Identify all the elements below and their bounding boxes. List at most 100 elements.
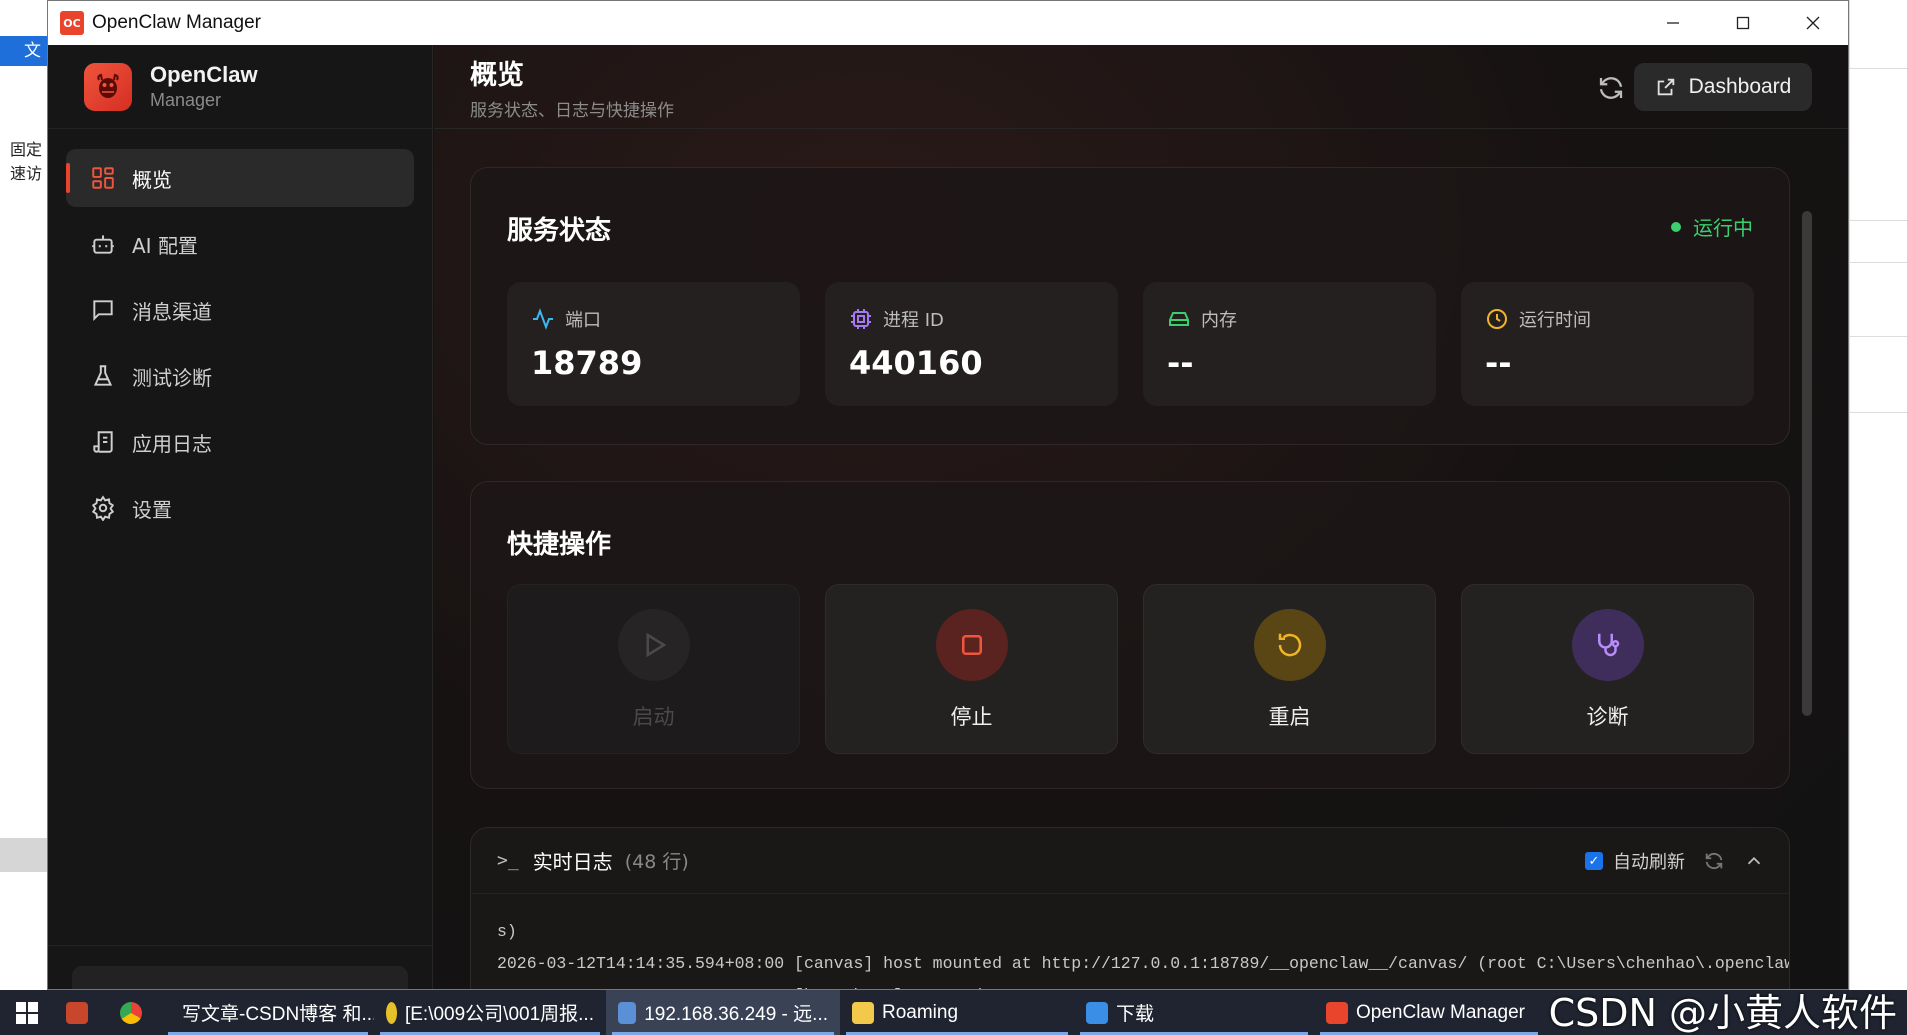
service-status-title: 服务状态 [507,216,612,246]
sidebar-footer [48,945,432,989]
sidebar-nav: 概览 AI 配置 消息渠道 测试诊断 应用日志 设置 [48,129,432,565]
stat-memory: 内存 -- [1143,282,1436,406]
openclaw-icon [1326,1001,1348,1024]
sidebar-item-settings[interactable]: 设置 [66,479,414,537]
close-button[interactable] [1778,1,1848,45]
stat-value: 440160 [849,344,983,382]
start-button[interactable] [0,990,54,1035]
brand-name: OpenClaw [150,62,258,87]
minimize-icon [1667,22,1679,24]
sidebar-item-label: AI 配置 [132,233,198,258]
stat-label: 运行时间 [1519,310,1591,331]
taskbar-item-label: 192.168.36.249 - 远... [644,1004,828,1025]
app-window-icon: OC [60,11,84,35]
taskbar-item[interactable]: 写文章-CSDN博客 和... [162,990,374,1035]
start-button[interactable]: 启动 [507,584,800,754]
live-log-card: >_ 实时日志 (48 行) ✓ 自动刷新 s) 2026-03-12T14:1… [470,827,1790,989]
close-icon [1806,16,1820,30]
auto-refresh-checkbox[interactable]: ✓ [1585,852,1603,870]
sidebar-item-channels[interactable]: 消息渠道 [66,281,414,339]
maximize-button[interactable] [1708,1,1778,45]
scrollbar[interactable] [1802,211,1812,716]
main-content: 概览 服务状态、日志与快捷操作 Dashboard 服务状态 运行中 端口 18… [434,45,1848,989]
taskbar-item[interactable]: [E:\009公司\001周报... [374,990,606,1035]
log-line: 2026-03-12T14:14:35.594+08:00 [canvas] h… [497,954,1790,973]
auto-refresh-label: 自动刷新 [1613,852,1685,873]
live-log-count: (48 行) [624,851,689,873]
service-status-card: 服务状态 运行中 端口 18789 进程 ID 440160 内存 -- 运行时… [470,167,1790,445]
background-strip [0,838,47,872]
stop-button[interactable]: 停止 [825,584,1118,754]
stat-label: 内存 [1201,310,1237,331]
brand: OpenClaw Manager [48,45,432,129]
action-label: 诊断 [1586,705,1629,729]
robot-icon [92,235,114,254]
stat-value: -- [1167,344,1194,382]
terminal-icon: >_ [497,850,519,871]
sidebar-item-label: 概览 [132,167,172,192]
taskbar-item-label: Roaming [882,1001,959,1023]
stat-process-id: 进程 ID 440160 [825,282,1118,406]
chevron-up-icon[interactable] [1743,850,1765,872]
stethoscope-icon [1598,633,1620,657]
quick-actions-title: 快捷操作 [507,530,612,560]
grid-icon [92,167,114,189]
editor-icon [386,1001,397,1024]
live-log-header[interactable]: >_ 实时日志 (48 行) ✓ 自动刷新 [471,828,1789,894]
status-text: 运行中 [1693,216,1753,240]
taskbar-item[interactable]: 下载 [1074,990,1314,1035]
taskbar-item[interactable]: OpenClaw Manager [1314,990,1544,1035]
external-link-icon [1657,78,1674,96]
windows-icon [16,1001,38,1024]
flask-icon [93,365,113,386]
action-label: 启动 [632,705,675,729]
diagnose-button[interactable]: 诊断 [1461,584,1754,754]
sidebar-item-label: 消息渠道 [132,299,212,324]
action-label: 停止 [950,705,993,729]
folder-icon [852,1001,874,1024]
log-line: s) [497,922,517,941]
app-icon [66,1001,88,1024]
sidebar-item-diagnostics[interactable]: 测试诊断 [66,347,414,405]
cpu-icon [851,309,871,329]
sidebar-item-label: 应用日志 [132,431,212,456]
window-titlebar[interactable]: OC OpenClaw Manager [48,1,1848,45]
quick-actions-card: 快捷操作 启动 停止 重启 诊断 [470,481,1790,789]
restart-icon [1278,633,1302,657]
sidebar-item-overview[interactable]: 概览 [66,149,414,207]
status-dot-icon [1671,221,1681,232]
sidebar-item-app-logs[interactable]: 应用日志 [66,413,414,471]
sidebar-item-label: 测试诊断 [132,365,212,390]
stat-port: 端口 18789 [507,282,800,406]
restart-button[interactable]: 重启 [1143,584,1436,754]
taskbar-item-label: 写文章-CSDN博客 和... [182,1004,374,1025]
sidebar-item-ai-config[interactable]: AI 配置 [66,215,414,273]
dashboard-button-label: Dashboard [1688,75,1792,98]
page-header: 概览 服务状态、日志与快捷操作 Dashboard [434,45,1848,129]
taskbar-item[interactable]: Roaming [840,990,1074,1035]
refresh-button[interactable] [1596,73,1626,103]
stat-uptime: 运行时间 -- [1461,282,1754,406]
sidebar: OpenClaw Manager 概览 AI 配置 消息渠道 测试诊断 应用日志… [48,45,433,989]
minimize-button[interactable] [1638,1,1708,45]
brand-subtitle: Manager [150,90,222,110]
refresh-log-icon[interactable] [1703,850,1725,872]
dashboard-button[interactable]: Dashboard [1634,63,1812,111]
live-log-content: s) 2026-03-12T14:14:35.594+08:00 [canvas… [471,894,1790,989]
taskbar-item[interactable]: 192.168.36.249 - 远... [606,990,840,1035]
stop-icon [962,635,982,655]
watermark: CSDN @小黄人软件 [1548,991,1897,1035]
taskbar-app-icon[interactable] [54,990,108,1035]
background-right-window [1849,0,1907,990]
stat-label: 进程 ID [883,310,944,331]
taskbar-browser-icon[interactable] [108,990,162,1035]
stat-value: 18789 [531,344,643,382]
taskbar-item-label: 下载 [1116,1004,1155,1025]
page-title: 概览 [470,59,524,91]
gear-icon [91,495,115,521]
stat-value: -- [1485,344,1512,382]
page-subtitle: 服务状态、日志与快捷操作 [470,100,674,121]
scroll-icon [93,431,113,453]
download-icon [1086,1001,1108,1024]
background-left-window: 文件 固定 速访 [0,0,47,990]
